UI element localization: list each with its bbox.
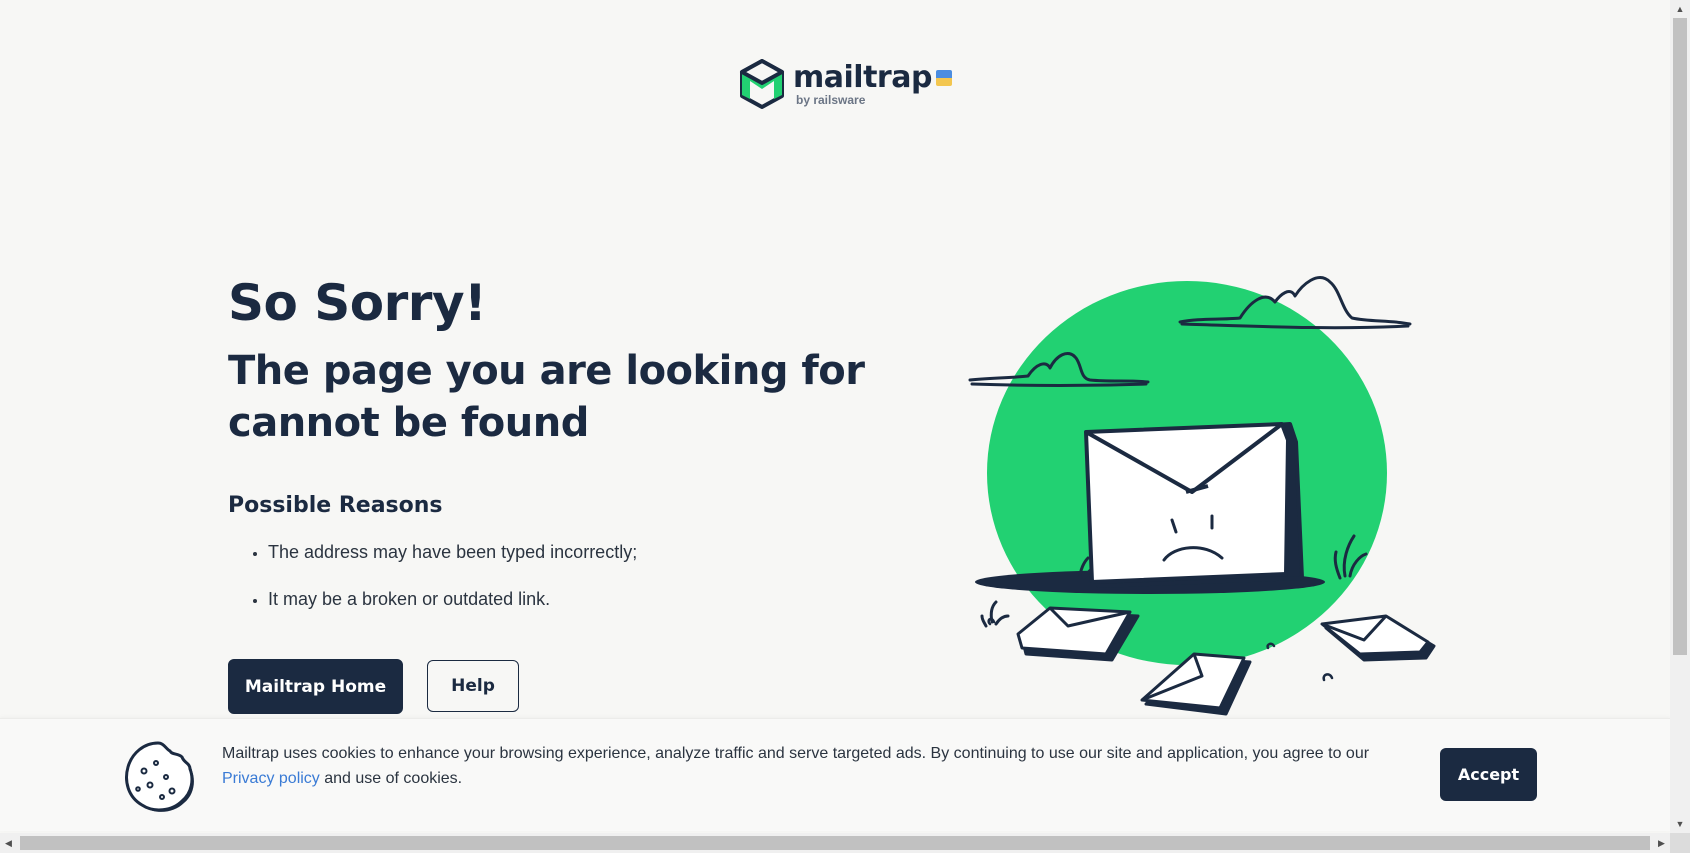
vertical-scroll-thumb[interactable] (1673, 18, 1687, 655)
reasons-list: The address may have been typed incorrec… (228, 539, 928, 613)
mailtrap-home-button[interactable]: Mailtrap Home (228, 659, 403, 714)
help-button[interactable]: Help (427, 660, 519, 712)
scroll-up-icon[interactable]: ▲ (1670, 0, 1690, 17)
scrollbar-corner (1670, 833, 1690, 853)
mailtrap-logo[interactable]: mailtrap by railsware (739, 59, 952, 109)
ukraine-flag-icon (935, 69, 952, 86)
cookie-text-before: Mailtrap uses cookies to enhance your br… (222, 745, 1370, 762)
scroll-right-icon[interactable]: ▶ (1653, 833, 1670, 853)
horizontal-scroll-thumb[interactable] (20, 836, 1650, 850)
sad-envelope-illustration (950, 260, 1450, 720)
action-buttons: Mailtrap Home Help (228, 659, 519, 714)
scroll-down-icon[interactable]: ▼ (1670, 815, 1690, 832)
privacy-policy-link[interactable]: Privacy policy (222, 770, 320, 787)
reason-item: The address may have been typed incorrec… (268, 539, 928, 566)
horizontal-scrollbar[interactable]: ◀ ▶ (0, 833, 1670, 853)
cookie-banner: Mailtrap uses cookies to enhance your br… (0, 718, 1670, 831)
page-title: So Sorry! (228, 274, 487, 332)
accept-cookies-button[interactable]: Accept (1440, 748, 1537, 801)
reasons-heading: Possible Reasons (228, 493, 443, 518)
mailtrap-logo-icon (739, 59, 785, 109)
subtitle-line-2: cannot be found (228, 400, 589, 446)
page: mailtrap by railsware So Sorry! The page… (0, 0, 1690, 853)
vertical-scrollbar[interactable]: ▲ ▼ (1670, 0, 1690, 833)
cookie-text-after: and use of cookies. (319, 770, 463, 787)
error-content: So Sorry! The page you are looking for c… (228, 268, 928, 633)
brand-byline: by railsware (796, 92, 866, 107)
cookie-message: Mailtrap uses cookies to enhance your br… (222, 741, 1412, 791)
reason-item: It may be a broken or outdated link. (268, 586, 928, 613)
subtitle-line-1: The page you are looking for (228, 348, 865, 394)
cookie-icon (120, 737, 200, 822)
page-subtitle: The page you are looking for cannot be f… (228, 345, 928, 449)
brand-name: mailtrap (793, 59, 932, 95)
scroll-left-icon[interactable]: ◀ (0, 833, 17, 853)
